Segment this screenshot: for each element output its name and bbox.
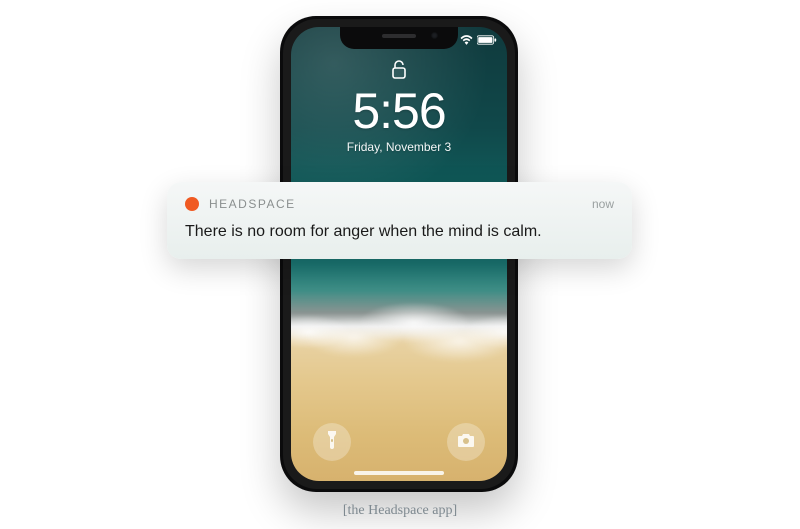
figure-caption: [the Headspace app] [0,503,800,519]
notification-timestamp: now [592,197,614,211]
unlock-icon [391,59,407,84]
flashlight-button[interactable] [313,423,351,461]
camera-icon [457,433,475,452]
clock-date: Friday, November 3 [291,140,507,154]
battery-icon [477,35,497,45]
home-indicator[interactable] [354,471,444,475]
notification-card[interactable]: HEADSPACE now There is no room for anger… [167,182,632,259]
front-camera [431,32,438,39]
wifi-icon [460,35,473,45]
app-name-label: HEADSPACE [209,197,592,211]
app-icon [185,197,199,211]
speaker-grille [382,34,416,38]
flashlight-icon [325,431,339,454]
clock-time: 5:56 [291,86,507,136]
lock-screen-header: 5:56 Friday, November 3 [291,59,507,154]
camera-button[interactable] [447,423,485,461]
notification-header: HEADSPACE now [185,197,614,211]
notification-body: There is no room for anger when the mind… [185,221,614,243]
wallpaper-waves [291,299,507,369]
notch [340,27,458,49]
